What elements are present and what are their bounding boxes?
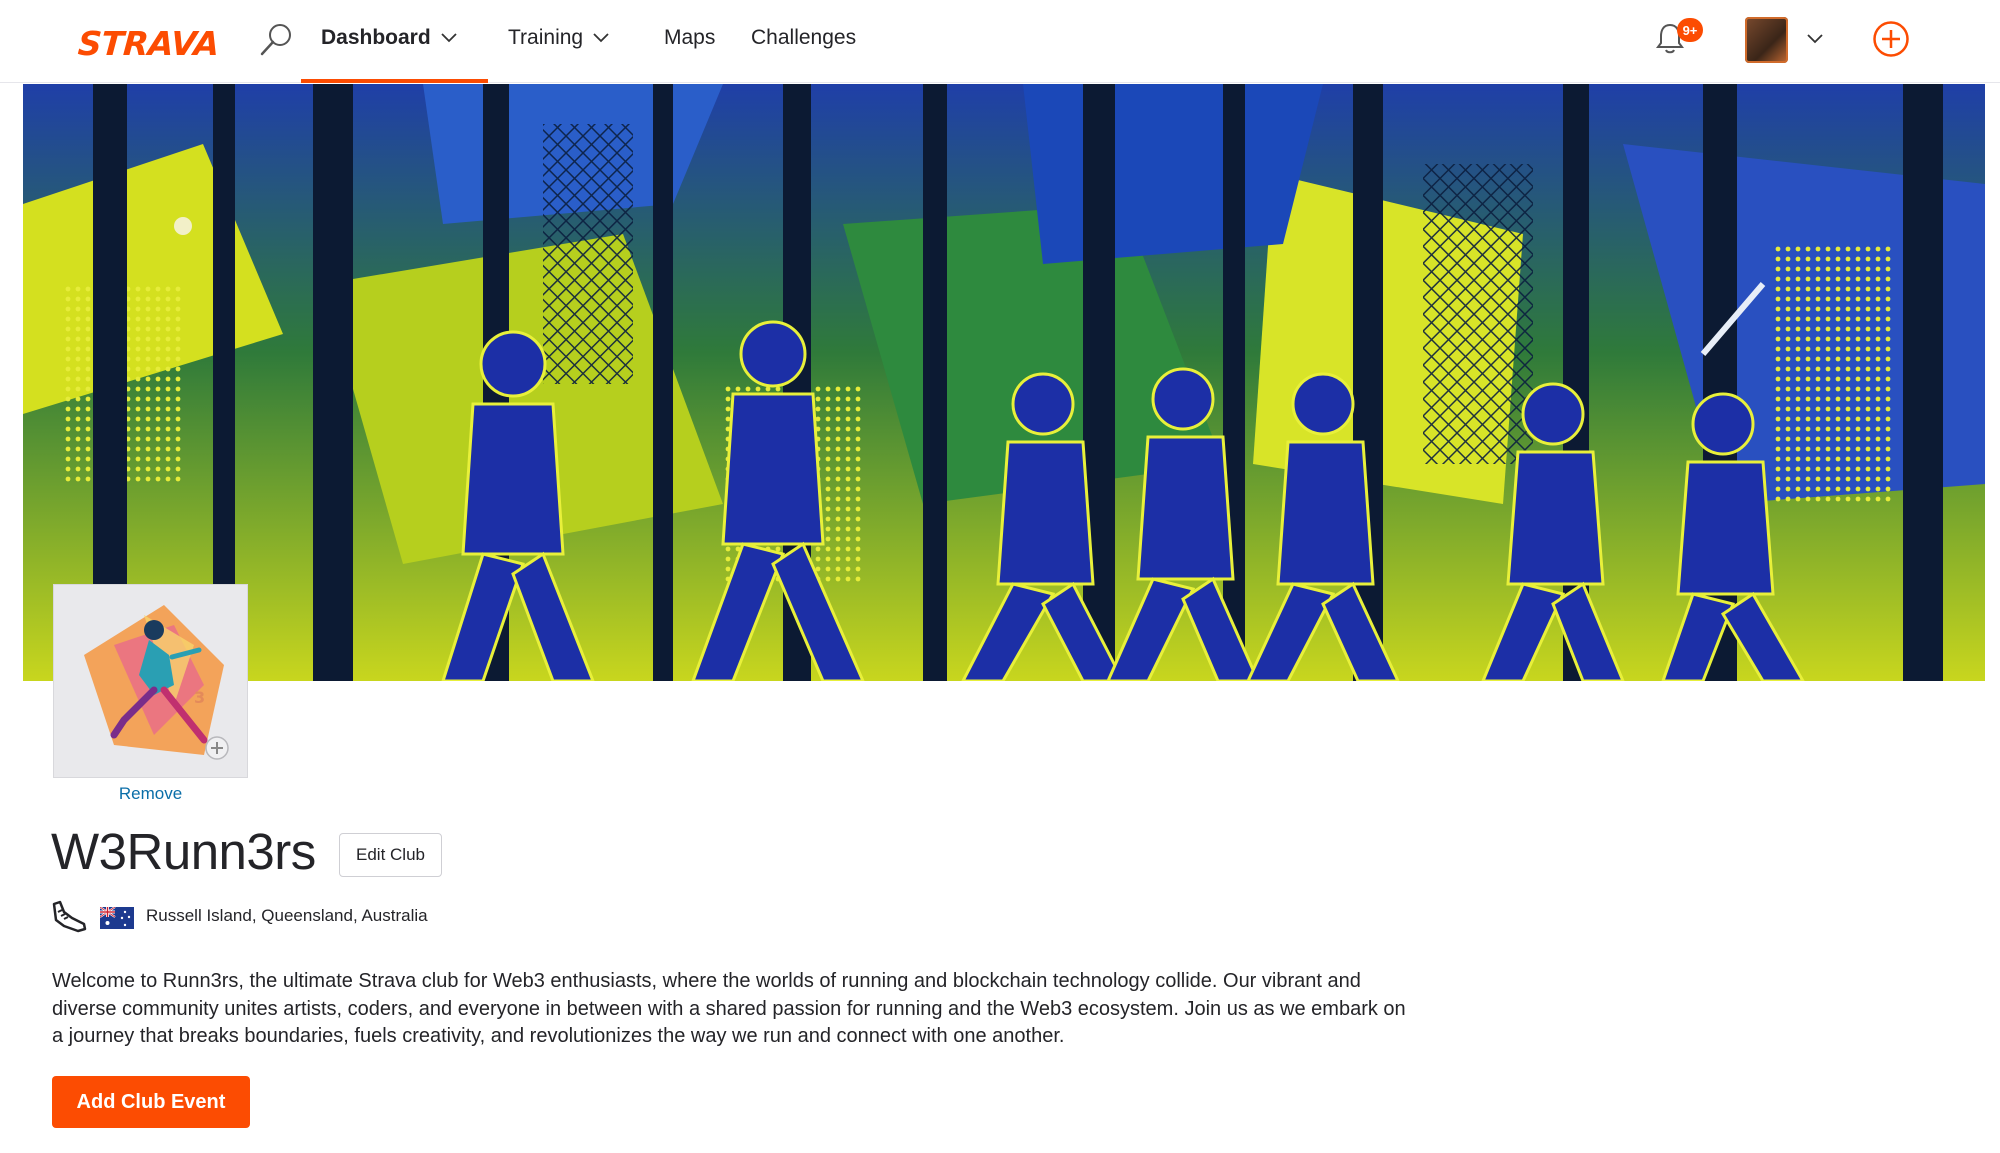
club-logo-image: 3 (54, 585, 247, 777)
strava-logo[interactable]: STRAVA (77, 24, 221, 63)
chevron-down-icon (593, 33, 609, 43)
nav-dashboard-label: Dashboard (321, 26, 431, 49)
chevron-down-icon[interactable] (1807, 34, 1823, 44)
nav-dashboard[interactable]: Dashboard (321, 26, 457, 50)
nav-maps[interactable]: Maps (664, 26, 715, 50)
club-location: Russell Island, Queensland, Australia (146, 906, 428, 925)
nav-challenges-label: Challenges (751, 26, 857, 49)
cover-illustration (23, 84, 1985, 681)
remove-logo-link[interactable]: Remove (53, 784, 248, 804)
add-circle-icon[interactable] (1872, 20, 1910, 58)
svg-text:3: 3 (194, 688, 205, 707)
australia-flag-icon (100, 907, 134, 929)
running-shoe-icon (52, 900, 87, 933)
club-logo[interactable]: 3 (53, 584, 248, 778)
nav-training[interactable]: Training (508, 26, 609, 50)
top-navigation: STRAVA Dashboard Training Maps Challenge… (0, 0, 2000, 83)
nav-challenges[interactable]: Challenges (751, 26, 856, 50)
nav-training-label: Training (508, 26, 584, 49)
add-club-event-button[interactable]: Add Club Event (52, 1076, 250, 1128)
chevron-down-icon (441, 33, 457, 43)
search-icon[interactable] (256, 20, 296, 60)
active-tab-indicator (301, 79, 488, 83)
nav-maps-label: Maps (664, 26, 716, 49)
club-name: W3Runn3rs (51, 823, 316, 880)
notification-badge: 9+ (1677, 18, 1703, 42)
club-description: Welcome to Runn3rs, the ultimate Strava … (52, 970, 1406, 1047)
avatar[interactable] (1745, 17, 1788, 63)
edit-club-button[interactable]: Edit Club (339, 833, 442, 877)
club-cover-image (23, 84, 1985, 681)
